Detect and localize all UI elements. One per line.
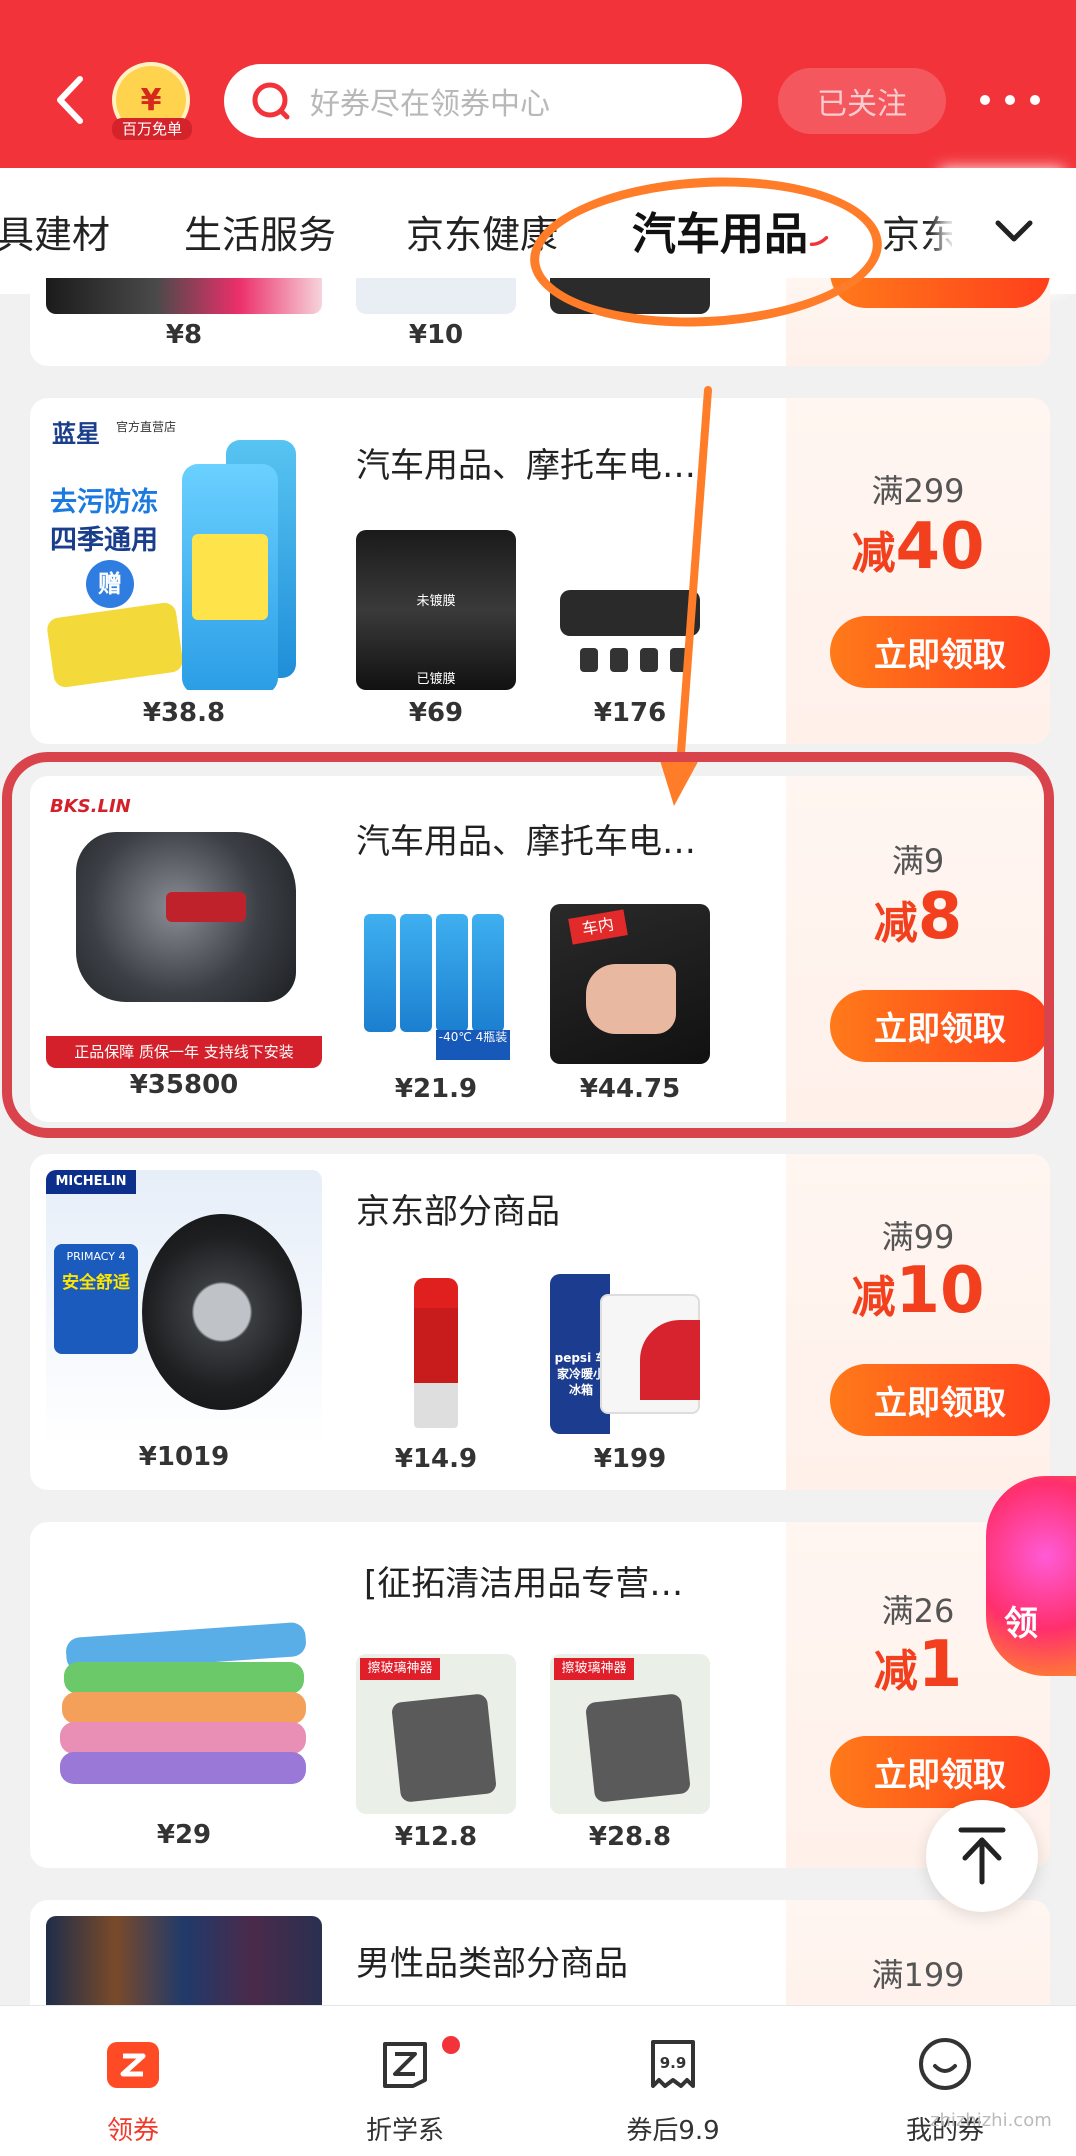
category-tabs: 具建材 生活服务 京东健康 汽车用品 京东 xyxy=(0,168,1076,294)
coupon-discount: 减10 xyxy=(851,1254,985,1328)
coupon-icon xyxy=(107,2042,159,2088)
svg-text:9.9: 9.9 xyxy=(660,2054,687,2072)
coupon-panel: 满299 减40 立即领取 xyxy=(786,398,1050,744)
thumb-price: ¥21.9 xyxy=(394,1074,478,1104)
tabs-expand-button[interactable] xyxy=(952,168,1076,294)
coupon-card[interactable]: MICHELIN PRIMACY 4 安全舒适 ¥1019 京东部分商品 ¥14… xyxy=(30,1154,1050,1490)
product-image xyxy=(550,278,710,314)
badge-label: 百万免单 xyxy=(112,118,192,140)
tab-building-materials[interactable]: 具建材 xyxy=(0,204,110,259)
product-thumb: pepsi 车家冷暖小冰箱 xyxy=(550,1274,710,1434)
smile-icon xyxy=(919,2038,971,2090)
bottom-navigation: 领券 折学系 9.9 券后9.9 我的券 xyxy=(0,2005,1076,2156)
nav-after-coupon-9-9[interactable]: 9.9 券后9.9 xyxy=(598,2034,748,2147)
back-to-top-button[interactable] xyxy=(926,1800,1038,1912)
product-image xyxy=(46,278,322,314)
product-thumb xyxy=(356,1274,516,1434)
follow-button[interactable]: 已关注 xyxy=(778,68,946,134)
ticket-icon: 9.9 xyxy=(651,2040,695,2088)
coupon-discount: 减8 xyxy=(873,880,963,954)
claim-button[interactable]: 立即领取 xyxy=(830,1364,1050,1436)
card-title: 汽车用品、摩托车电… xyxy=(356,822,696,862)
claim-button[interactable]: 立即领取 xyxy=(830,616,1050,688)
arrow-up-icon xyxy=(958,1827,1006,1885)
notification-dot xyxy=(442,2036,460,2054)
back-button[interactable] xyxy=(45,70,95,130)
coupon-card[interactable]: 蓝星 官方直营店 去污防冻 四季通用 赠 ¥38.8 汽车用品、摩托车电… 未镀… xyxy=(30,398,1050,744)
coupon-card[interactable]: ¥29 [征拓清洁用品专营… 擦玻璃神器 ¥12.8 擦玻璃神器 ¥28.8 满… xyxy=(30,1522,1050,1868)
product-thumb: -40℃ 4瓶装 xyxy=(356,904,516,1064)
card-title: 汽车用品、摩托车电… xyxy=(356,446,696,486)
tab-life-services[interactable]: 生活服务 xyxy=(184,204,336,259)
claim-button[interactable]: 立即领取 xyxy=(830,1736,1050,1808)
coupon-condition: 满9 xyxy=(891,842,945,880)
tab-jd-health[interactable]: 京东健康 xyxy=(406,204,558,259)
thumb-price: ¥69 xyxy=(408,698,464,728)
thumb-price: ¥176 xyxy=(593,698,667,728)
thumb-price: ¥44.75 xyxy=(579,1074,681,1104)
product-image-antifreeze: 蓝星 官方直营店 去污防冻 四季通用 赠 xyxy=(46,414,322,690)
product-thumb: 车内 xyxy=(550,904,710,1064)
product-thumb: 未镀膜 已镀膜 xyxy=(356,530,516,690)
thumb-price: ¥10 xyxy=(408,320,464,350)
coupon-panel: 满99 减10 立即领取 xyxy=(786,1154,1050,1490)
thumb-price: ¥12.8 xyxy=(394,1822,478,1852)
card-title: 京东部分商品 xyxy=(356,1192,560,1232)
main-price: ¥35800 xyxy=(129,1070,239,1100)
coupon-condition: 满199 xyxy=(871,1956,965,1994)
tab-jd[interactable]: 京东 xyxy=(882,204,958,259)
back-arrow-icon xyxy=(57,76,83,124)
search-placeholder: 好券尽在领券中心 xyxy=(310,87,550,122)
claim-button[interactable]: 立即领取 xyxy=(830,990,1050,1062)
product-image-towels xyxy=(46,1538,322,1814)
card-title: 男性品类部分商品 xyxy=(356,1944,628,1984)
search-icon xyxy=(252,82,290,120)
thumb-price: ¥28.8 xyxy=(588,1822,672,1852)
more-icon[interactable] xyxy=(980,80,1040,120)
main-price: ¥1019 xyxy=(138,1442,230,1472)
coupon-panel: 满9 减8 立即领取 xyxy=(786,776,1050,1122)
nav-coupons[interactable]: 领券 xyxy=(58,2034,208,2147)
tab-car-supplies[interactable]: 汽车用品 xyxy=(632,198,808,262)
active-tab-indicator xyxy=(809,236,829,246)
main-price: ¥29 xyxy=(156,1820,212,1850)
yen-icon: ¥ xyxy=(140,82,162,118)
floating-promo[interactable]: 领 xyxy=(986,1476,1076,1676)
thumb-price: ¥14.9 xyxy=(394,1444,478,1474)
nav-zhexuexi[interactable]: 折学系 xyxy=(330,2034,480,2147)
thumb-price: ¥199 xyxy=(593,1444,667,1474)
claim-button[interactable] xyxy=(830,278,1050,308)
card-title: [征拓清洁用品专营… xyxy=(364,1564,684,1604)
product-image-tire: MICHELIN PRIMACY 4 安全舒适 xyxy=(46,1170,322,1446)
product-image xyxy=(356,278,516,314)
main-price: ¥38.8 xyxy=(142,698,226,728)
top-bar: ¥ 百万免单 好券尽在领券中心 已关注 xyxy=(0,0,1076,168)
product-thumb: 擦玻璃神器 xyxy=(356,1654,516,1814)
main-price: ¥8 xyxy=(165,320,203,350)
z-icon xyxy=(383,2042,427,2088)
search-input[interactable]: 好券尽在领券中心 xyxy=(224,64,742,138)
product-image-engine: BKS.LIN 正品保障 质保一年 支持线下安装 xyxy=(46,792,322,1068)
product-thumb xyxy=(550,530,710,690)
watermark: zhizhizhi.com xyxy=(930,2110,1052,2131)
chevron-down-icon xyxy=(995,220,1033,242)
coupon-condition: 满99 xyxy=(881,1218,955,1256)
product-thumb: 擦玻璃神器 xyxy=(550,1654,710,1814)
coupon-card-highlighted[interactable]: BKS.LIN 正品保障 质保一年 支持线下安装 ¥35800 汽车用品、摩托车… xyxy=(30,776,1050,1122)
coupon-discount: 减40 xyxy=(851,510,985,584)
coupon-card-partial[interactable]: ¥8 ¥10 xyxy=(30,278,1050,366)
coupon-condition: 满299 xyxy=(871,472,965,510)
